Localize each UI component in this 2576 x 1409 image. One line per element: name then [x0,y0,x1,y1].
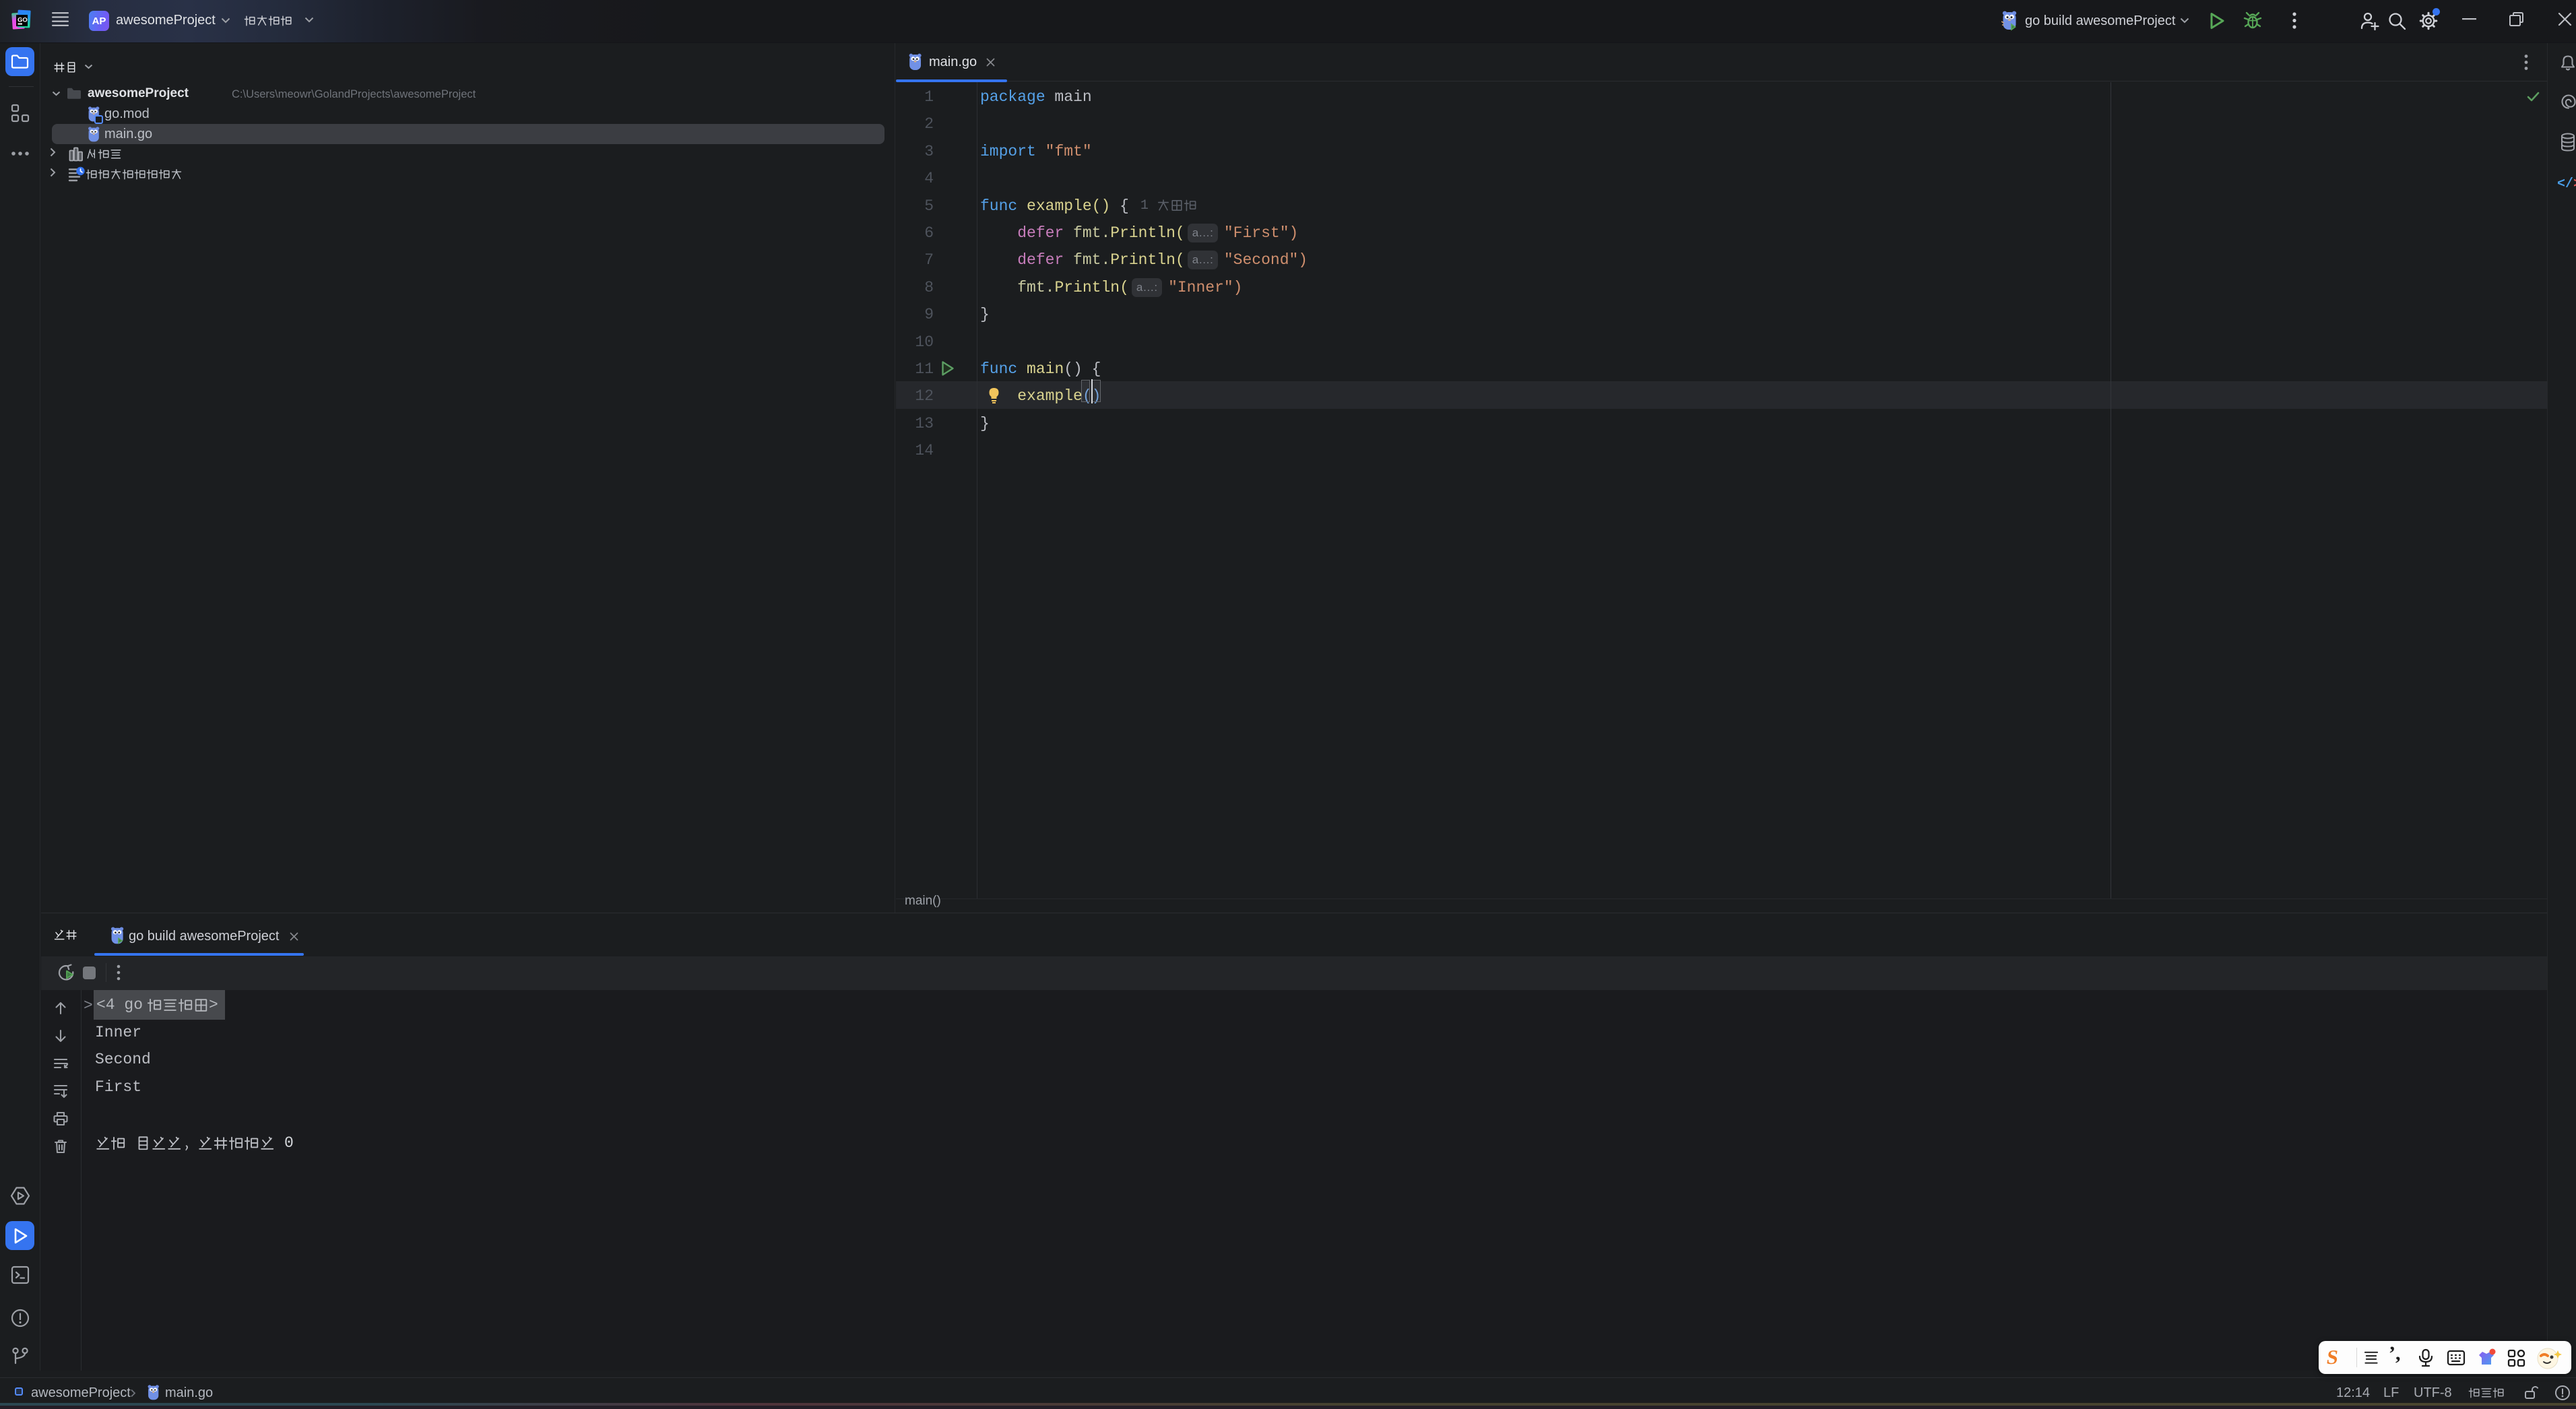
svg-text:GO: GO [18,17,28,24]
